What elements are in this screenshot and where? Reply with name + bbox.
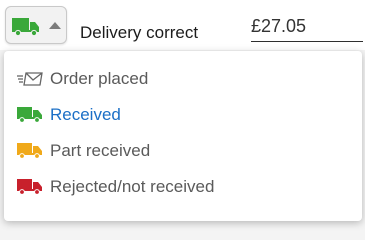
menu-item-received[interactable]: Received: [4, 97, 362, 133]
green-truck-icon: [17, 107, 42, 123]
delivery-status-select[interactable]: [5, 6, 67, 44]
menu-item-rejected[interactable]: Rejected/not received: [4, 169, 362, 205]
amber-truck-icon: [17, 143, 42, 159]
red-truck-icon: [17, 179, 42, 195]
menu-item-label: Received: [50, 105, 121, 124]
amount-field[interactable]: £27.05: [251, 14, 363, 42]
status-dropdown-menu: Order placed Received Part received Reje…: [4, 51, 362, 221]
menu-item-order-placed[interactable]: Order placed: [4, 61, 362, 97]
menu-item-part-received[interactable]: Part received: [4, 133, 362, 169]
green-truck-icon: [12, 18, 39, 36]
delivery-row: Delivery correct £27.05: [0, 0, 365, 50]
mail-sent-icon: [17, 72, 43, 86]
menu-item-label: Part received: [50, 141, 151, 160]
menu-item-label: Order placed: [50, 69, 149, 88]
delivery-label: Delivery correct: [80, 23, 199, 42]
menu-item-label: Rejected/not received: [50, 177, 215, 196]
chevron-up-icon: [49, 22, 61, 29]
